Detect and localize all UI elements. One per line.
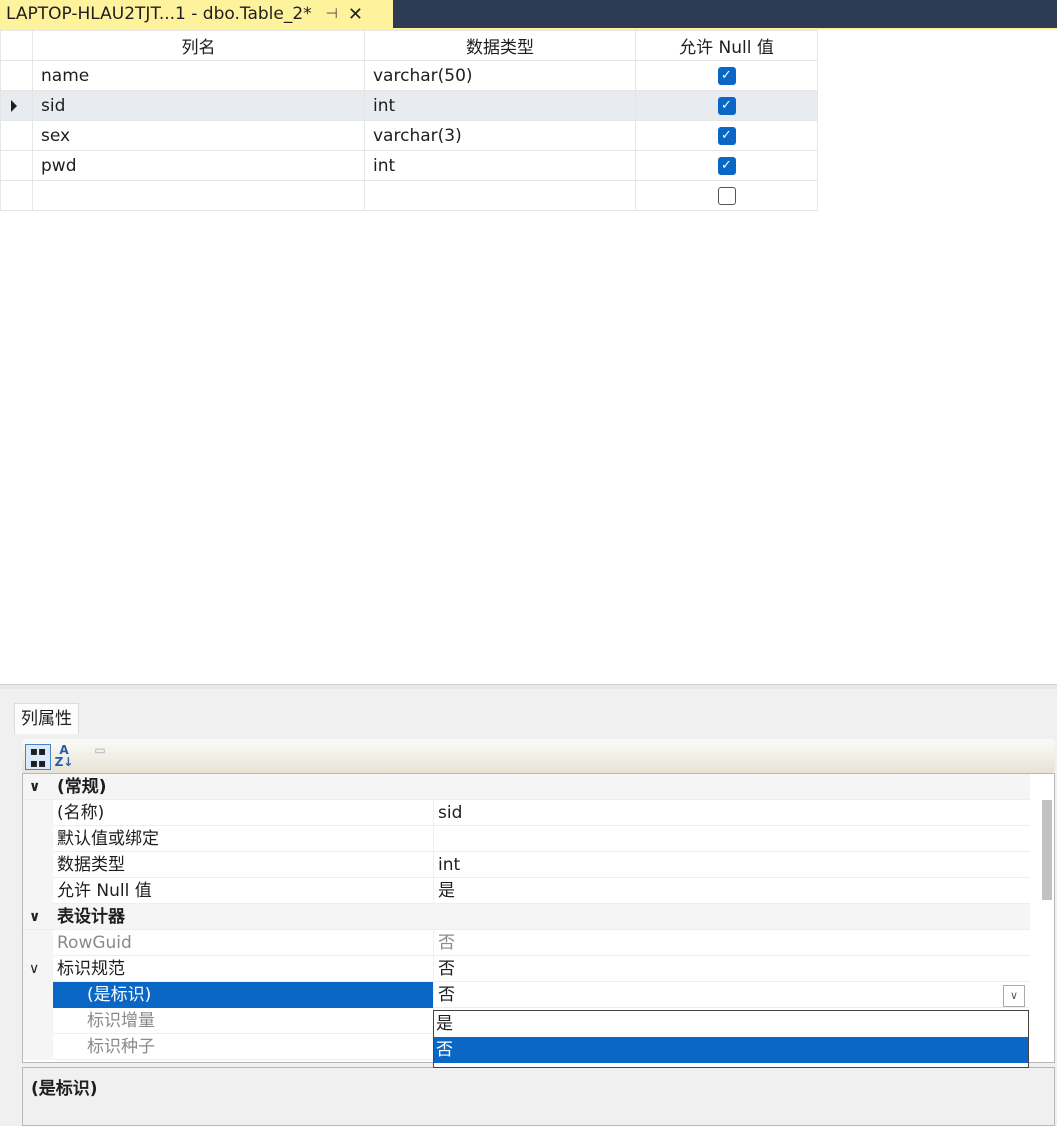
- tab-column-properties[interactable]: 列属性: [14, 703, 79, 734]
- property-value: 否: [438, 933, 455, 953]
- property-row-is-identity[interactable]: (是标识) 否: [23, 982, 1030, 1008]
- allow-null-cell[interactable]: [635, 180, 818, 211]
- row-gutter: [23, 800, 53, 826]
- row-gutter: [23, 878, 53, 904]
- table-row[interactable]: [0, 180, 818, 211]
- property-key: (名称): [57, 803, 105, 823]
- column-name-cell[interactable]: sex: [32, 120, 365, 151]
- chevron-down-icon[interactable]: ∨: [29, 774, 40, 800]
- data-type-cell[interactable]: varchar(3): [364, 120, 636, 151]
- data-type-cell[interactable]: int: [364, 150, 636, 181]
- category-general[interactable]: ∨ (常规): [23, 774, 1030, 800]
- properties-toolbar: ▪▪ ▪▪ A Z↓ ▭: [22, 739, 1055, 773]
- checkbox-checked-icon[interactable]: ✓: [717, 156, 736, 175]
- property-value[interactable]: 否: [438, 982, 455, 1008]
- row-gutter: [23, 1034, 53, 1060]
- chevron-down-icon[interactable]: ∨: [29, 904, 40, 930]
- column-name-cell[interactable]: [32, 180, 365, 211]
- document-tab[interactable]: LAPTOP-HLAU2TJT...1 - dbo.Table_2* ⊣ ✕: [0, 0, 393, 28]
- property-value[interactable]: sid: [438, 800, 462, 826]
- checkbox-checked-icon[interactable]: ✓: [717, 96, 736, 115]
- column-name-cell[interactable]: sid: [32, 90, 365, 121]
- property-row-rowguid[interactable]: RowGuid 否: [23, 930, 1030, 956]
- property-row-data-type[interactable]: 数据类型 int: [23, 852, 1030, 878]
- checkbox-checked-icon[interactable]: ✓: [717, 66, 736, 85]
- document-tab-title: LAPTOP-HLAU2TJT...1 - dbo.Table_2*: [6, 4, 312, 24]
- row-gutter: [23, 852, 53, 878]
- checkbox-checked-icon[interactable]: ✓: [717, 126, 736, 145]
- chevron-down-icon[interactable]: ∨: [29, 956, 39, 982]
- row-selector[interactable]: [0, 60, 33, 91]
- property-description: (是标识): [22, 1067, 1055, 1126]
- row-gutter: [23, 1008, 53, 1034]
- property-key: RowGuid: [57, 933, 132, 953]
- data-type-cell[interactable]: varchar(50): [364, 60, 636, 91]
- allow-null-cell[interactable]: ✓: [635, 120, 818, 151]
- allow-null-cell[interactable]: ✓: [635, 90, 818, 121]
- row-selector-header: [0, 30, 33, 61]
- category-table-designer[interactable]: ∨ 表设计器: [23, 904, 1030, 930]
- table-row[interactable]: sid int ✓: [0, 90, 818, 121]
- column-divider: [433, 982, 434, 1008]
- data-type-cell[interactable]: [364, 180, 636, 211]
- property-key: 允许 Null 值: [57, 881, 152, 901]
- property-key: 标识规范: [57, 959, 125, 979]
- property-value[interactable]: 否: [438, 956, 455, 982]
- data-type-cell[interactable]: int: [364, 90, 636, 121]
- property-value[interactable]: int: [438, 852, 460, 878]
- row-gutter: [23, 930, 53, 956]
- row-selector[interactable]: [0, 120, 33, 151]
- column-divider: [433, 852, 434, 878]
- category-label: (常规): [57, 777, 107, 797]
- property-row-default[interactable]: 默认值或绑定: [23, 826, 1030, 852]
- row-selector[interactable]: [0, 180, 33, 211]
- column-name-header[interactable]: 列名: [32, 30, 365, 61]
- property-key: (是标识): [87, 982, 152, 1008]
- dropdown-option-no[interactable]: 否: [434, 1037, 1028, 1063]
- property-row-identity-spec[interactable]: ∨ 标识规范 否: [23, 956, 1030, 982]
- column-divider: [433, 826, 434, 852]
- allow-null-cell[interactable]: ✓: [635, 60, 818, 91]
- chevron-down-icon: ∨: [1009, 989, 1019, 1002]
- column-name-cell[interactable]: pwd: [32, 150, 365, 181]
- table-row[interactable]: name varchar(50) ✓: [0, 60, 818, 91]
- dropdown-list[interactable]: 是 否: [433, 1010, 1029, 1068]
- row-gutter: [23, 982, 53, 1008]
- dropdown-button[interactable]: ∨: [1003, 985, 1025, 1007]
- alphabetical-sort-icon[interactable]: A Z↓: [52, 744, 76, 768]
- allow-null-cell[interactable]: ✓: [635, 150, 818, 181]
- dropdown-option-yes[interactable]: 是: [434, 1011, 1028, 1037]
- category-label: 表设计器: [57, 907, 125, 927]
- row-selector[interactable]: [0, 150, 33, 181]
- scrollbar-thumb[interactable]: [1042, 800, 1052, 900]
- property-value[interactable]: 是: [438, 878, 455, 904]
- property-row-name[interactable]: (名称) sid: [23, 800, 1030, 826]
- close-icon[interactable]: ✕: [348, 4, 363, 25]
- property-key: 标识增量: [87, 1011, 155, 1031]
- grid-header-row: 列名 数据类型 允许 Null 值: [0, 30, 818, 61]
- column-divider: [433, 956, 434, 982]
- pin-icon[interactable]: ⊣: [326, 6, 338, 22]
- property-key: 数据类型: [57, 855, 125, 875]
- data-type-header[interactable]: 数据类型: [364, 30, 636, 61]
- column-grid: 列名 数据类型 允许 Null 值 name varchar(50) ✓ sid…: [0, 30, 818, 211]
- row-selector[interactable]: [0, 90, 33, 121]
- column-divider: [433, 878, 434, 904]
- checkbox-unchecked-icon[interactable]: [717, 186, 736, 205]
- categorized-icon[interactable]: ▪▪ ▪▪: [25, 744, 51, 770]
- table-row[interactable]: sex varchar(3) ✓: [0, 120, 818, 151]
- column-name-cell[interactable]: name: [32, 60, 365, 91]
- property-pages-icon[interactable]: ▭: [88, 744, 112, 768]
- column-divider: [433, 800, 434, 826]
- property-key: 默认值或绑定: [57, 829, 159, 849]
- table-row[interactable]: pwd int ✓: [0, 150, 818, 181]
- current-row-arrow-icon: [11, 99, 17, 112]
- property-key: 标识种子: [87, 1037, 155, 1057]
- property-row-allow-null[interactable]: 允许 Null 值 是: [23, 878, 1030, 904]
- row-gutter: [23, 826, 53, 852]
- column-divider: [433, 930, 434, 956]
- allow-null-header[interactable]: 允许 Null 值: [635, 30, 818, 61]
